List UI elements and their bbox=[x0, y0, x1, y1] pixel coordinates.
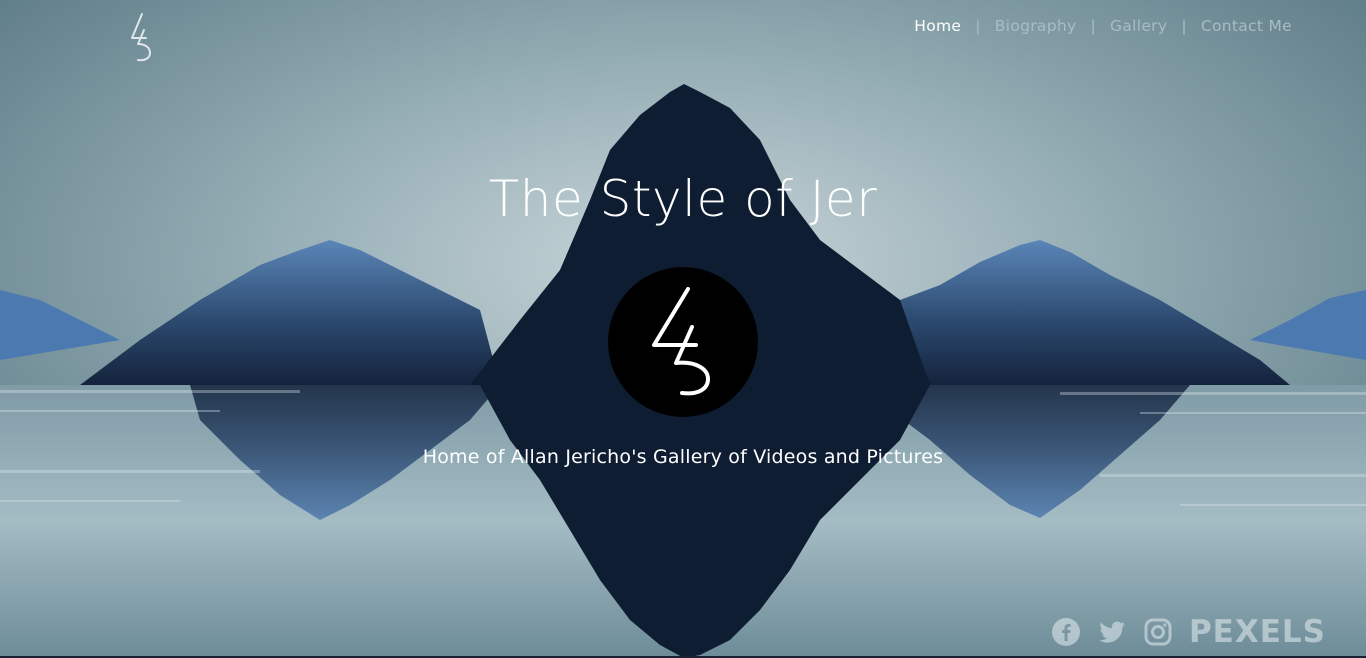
pexels-watermark: PEXELS bbox=[1188, 614, 1326, 650]
nav-home-link[interactable]: Home bbox=[914, 17, 961, 35]
nav-separator: | bbox=[1090, 17, 1096, 35]
hero-title: The Style of Jer bbox=[488, 170, 878, 228]
nav-biography-link[interactable]: Biography bbox=[995, 17, 1077, 35]
jer-45-logo-icon[interactable] bbox=[124, 10, 158, 64]
hero-subtitle: Home of Allan Jericho's Gallery of Video… bbox=[422, 446, 944, 468]
nav-gallery-link[interactable]: Gallery bbox=[1110, 17, 1167, 35]
nav-contact-link[interactable]: Contact Me bbox=[1201, 17, 1292, 35]
instagram-icon[interactable] bbox=[1143, 617, 1173, 647]
nav-separator: | bbox=[975, 17, 981, 35]
facebook-icon[interactable] bbox=[1051, 617, 1081, 647]
twitter-icon[interactable] bbox=[1097, 617, 1127, 647]
nav-separator: | bbox=[1181, 17, 1187, 35]
social-links: PEXELS bbox=[1051, 614, 1326, 650]
main-nav: Home | Biography | Gallery | Contact Me bbox=[914, 17, 1292, 35]
jer-45-circle-logo-icon bbox=[608, 267, 758, 417]
